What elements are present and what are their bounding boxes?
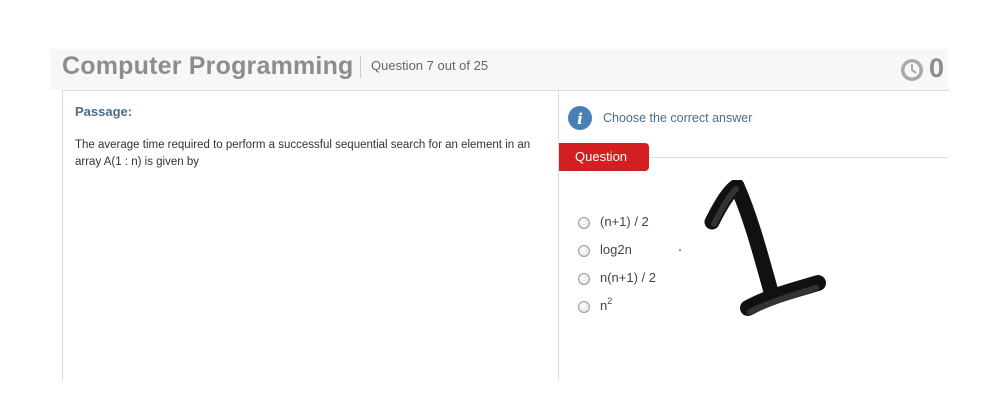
page-title: Computer Programming <box>62 52 354 80</box>
answer-label-2: log2n <box>600 242 632 257</box>
column-divider <box>558 91 559 380</box>
answer-radio-4[interactable] <box>578 301 590 313</box>
handwritten-one-mark <box>700 178 830 335</box>
passage-label: Passage: <box>75 104 133 119</box>
instruction-text: Choose the correct answer <box>603 111 753 125</box>
tab-question[interactable]: Question <box>559 143 649 171</box>
answer-radio-1[interactable] <box>578 217 590 229</box>
answer-label-3: n(n+1) / 2 <box>600 270 657 285</box>
question-counter: Question 7 out of 25 <box>371 58 489 73</box>
clock-icon <box>900 58 924 87</box>
answer-radio-3[interactable] <box>578 273 590 285</box>
svg-text:i: i <box>577 110 583 128</box>
answer-label-1: (n+1) / 2 <box>600 214 649 229</box>
info-icon: i <box>568 106 592 135</box>
passage-text: The average time required to perform a s… <box>75 139 531 168</box>
answer-exponent-4: 2 <box>607 296 613 306</box>
title-divider <box>360 56 361 78</box>
timer-value: 0 <box>929 53 945 83</box>
answer-radio-2[interactable] <box>578 245 590 257</box>
stray-dot <box>679 249 681 251</box>
answer-label-4: n2 <box>600 296 613 314</box>
